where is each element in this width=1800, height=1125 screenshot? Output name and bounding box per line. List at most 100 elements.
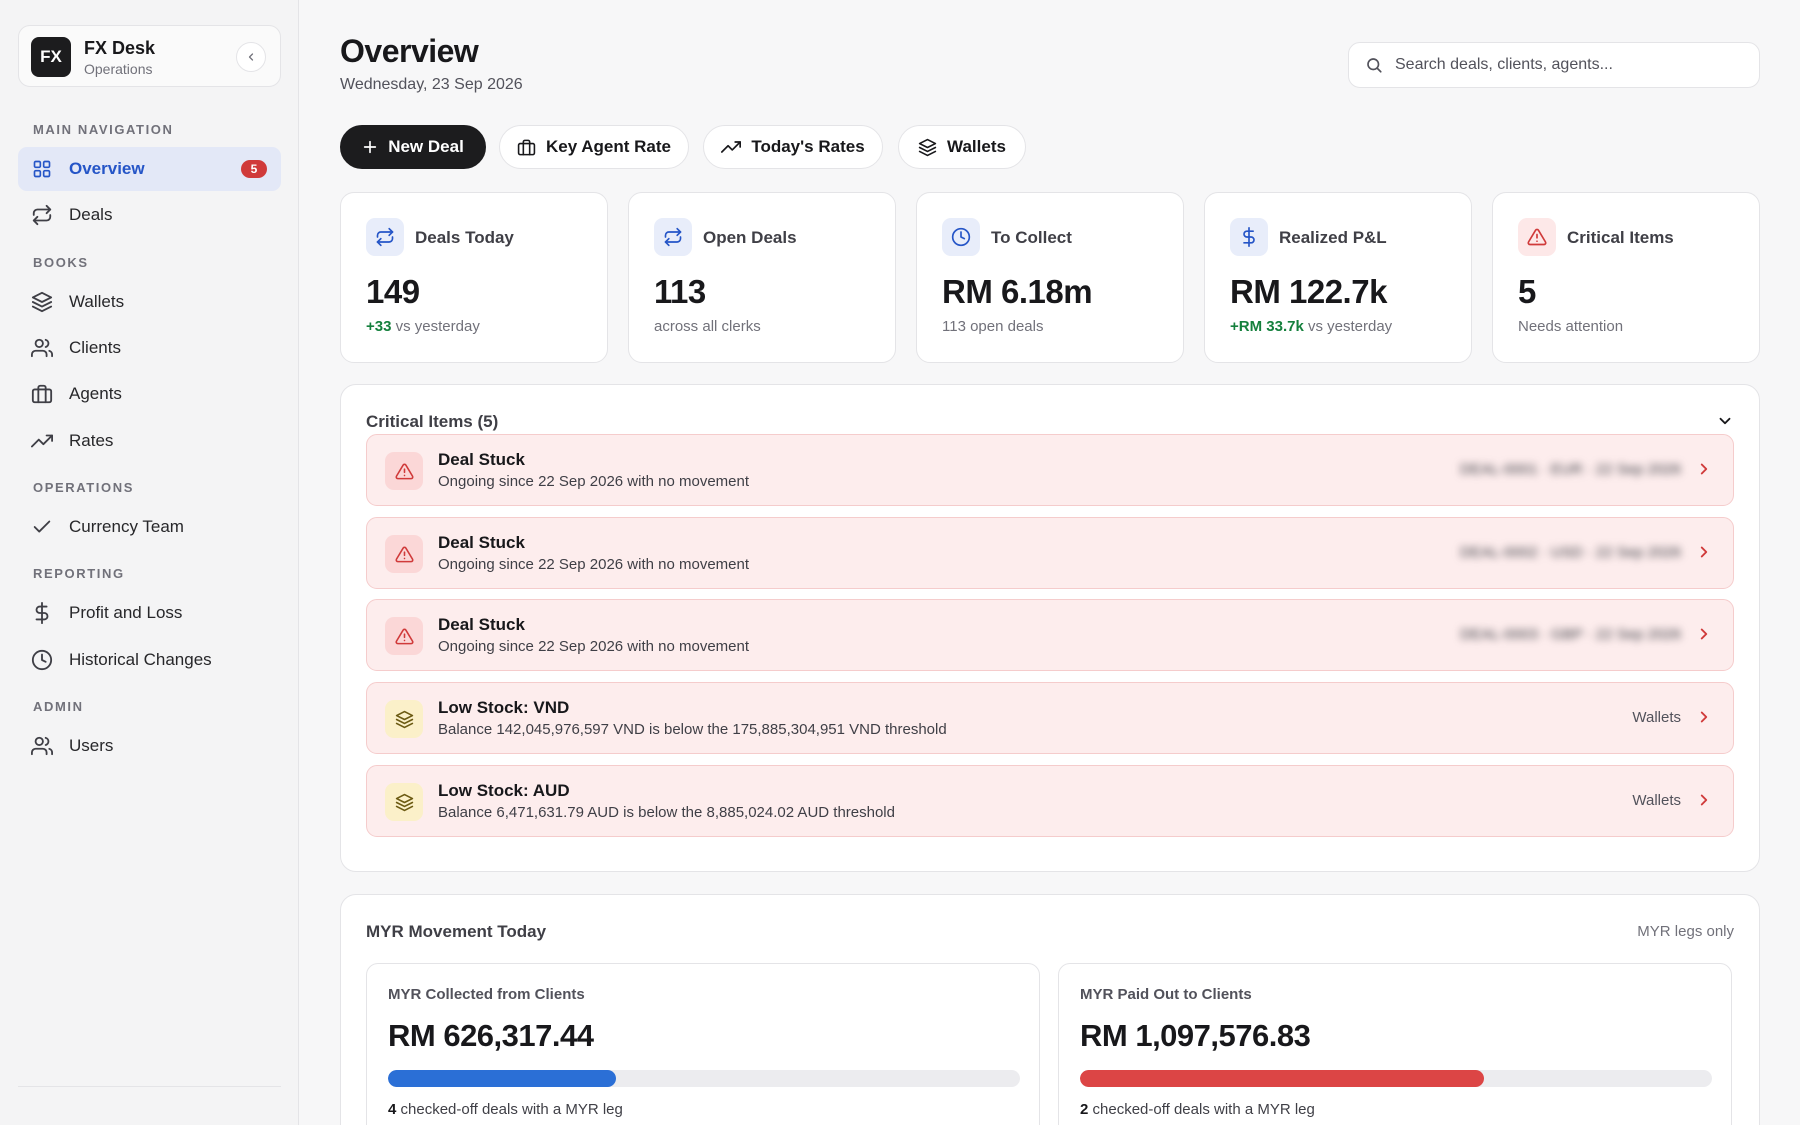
stat-sub: 113 open deals [942, 318, 1044, 335]
critical-item-description: Balance 6,471,631.79 AUD is below the 8,… [438, 804, 895, 821]
stat-value: 5 [1518, 273, 1536, 310]
sidebar-item-clients[interactable]: Clients [18, 326, 281, 370]
myr-legs-note: MYR legs only [1637, 923, 1734, 940]
dollar-icon [31, 602, 53, 624]
critical-items-panel: Critical Items (5) Deal Stuck Ongoing si… [340, 384, 1760, 872]
stat-card-open-deals[interactable]: Open Deals 113 across all clerks [628, 192, 896, 363]
critical-item-meta: DEAL-0003 · GBP · 22 Sep 2026 [1460, 626, 1681, 643]
chevron-right-icon [1700, 794, 1708, 806]
sidebar-item-label: Agents [69, 384, 122, 403]
search-input[interactable] [1395, 56, 1735, 74]
users-icon [31, 735, 53, 757]
stat-card-realized-pnl[interactable]: Realized P&L RM 122.7k +RM 33.7k vs yest… [1204, 192, 1472, 363]
myr-collected-count: 4 [388, 1101, 397, 1118]
myr-paid-label: MYR Paid Out to Clients [1080, 986, 1252, 1003]
grid-icon [31, 158, 53, 180]
critical-item-description: Ongoing since 22 Sep 2026 with no moveme… [438, 556, 750, 573]
myr-collected-foot-text: checked-off deals with a MYR leg [400, 1101, 623, 1118]
nav-section-operations: OPERATIONS [33, 480, 134, 495]
stat-card-deals-today[interactable]: Deals Today 149 +33 vs yesterday [340, 192, 608, 363]
layers-icon [918, 138, 937, 157]
new-deal-label: New Deal [388, 137, 464, 156]
myr-collected-footnote: 4 checked-off deals with a MYR leg [388, 1101, 623, 1118]
layers-icon [385, 783, 423, 821]
key-agent-rate-label: Key Agent Rate [545, 137, 671, 156]
critical-item-row[interactable]: Low Stock: AUD Balance 6,471,631.79 AUD … [366, 765, 1734, 837]
dollar-icon [1230, 218, 1268, 256]
sidebar-item-label: Profit and Loss [69, 603, 183, 622]
alert-triangle-icon [385, 452, 423, 490]
stat-label: Realized P&L [1279, 228, 1387, 247]
chevron-right-icon [1700, 463, 1708, 475]
myr-collected-card: MYR Collected from Clients RM 626,317.44… [366, 963, 1040, 1125]
sidebar-item-rates[interactable]: Rates [18, 419, 281, 463]
wallets-button[interactable]: Wallets [898, 125, 1026, 169]
chevron-right-icon [1700, 628, 1708, 640]
myr-paid-card: MYR Paid Out to Clients RM 1,097,576.83 … [1058, 963, 1732, 1125]
briefcase-icon [31, 383, 53, 405]
sidebar-item-label: Historical Changes [69, 650, 212, 669]
key-agent-rate-button[interactable]: Key Agent Rate [499, 125, 689, 169]
critical-item-row[interactable]: Deal Stuck Ongoing since 22 Sep 2026 wit… [366, 517, 1734, 589]
swap-icon [31, 204, 53, 226]
trending-up-icon [31, 430, 53, 452]
new-deal-button[interactable]: New Deal [340, 125, 486, 169]
clock-icon [31, 649, 53, 671]
sidebar-item-label: Users [69, 736, 114, 755]
critical-item-link: Wallets [1632, 709, 1681, 726]
critical-item-title: Low Stock: VND [438, 698, 570, 717]
sidebar-item-users[interactable]: Users [18, 724, 281, 768]
stat-label: Deals Today [415, 228, 514, 247]
chevron-right-icon [1700, 711, 1708, 723]
page-title: Overview [340, 33, 479, 69]
nav-section-admin: ADMIN [33, 699, 84, 714]
critical-item-description: Ongoing since 22 Sep 2026 with no moveme… [438, 638, 750, 655]
stat-delta: +RM 33.7k [1230, 318, 1304, 335]
chevron-down-icon[interactable] [1716, 412, 1734, 435]
critical-items-title: Critical Items (5) [366, 412, 499, 431]
critical-item-row[interactable]: Deal Stuck Ongoing since 22 Sep 2026 wit… [366, 599, 1734, 671]
stat-sub: Needs attention [1518, 318, 1624, 335]
sidebar-item-wallets[interactable]: Wallets [18, 280, 281, 324]
sidebar-item-overview[interactable]: Overview 5 [18, 147, 281, 191]
stat-card-critical-items[interactable]: Critical Items 5 Needs attention [1492, 192, 1760, 363]
chevron-left-icon [248, 53, 254, 61]
sidebar-item-label: Wallets [69, 292, 125, 311]
sidebar-item-historical-changes[interactable]: Historical Changes [18, 638, 281, 682]
todays-rates-button[interactable]: Today's Rates [703, 125, 883, 169]
critical-item-description: Balance 142,045,976,597 VND is below the… [438, 721, 947, 738]
critical-item-row[interactable]: Low Stock: VND Balance 142,045,976,597 V… [366, 682, 1734, 754]
search-icon [1367, 58, 1382, 73]
myr-paid-value: RM 1,097,576.83 [1080, 1018, 1311, 1053]
sidebar-item-currency-team[interactable]: Currency Team [18, 505, 281, 549]
swap-icon [366, 218, 404, 256]
swap-icon [654, 218, 692, 256]
search-box[interactable] [1348, 42, 1760, 88]
layers-icon [31, 291, 53, 313]
alert-triangle-icon [385, 535, 423, 573]
sidebar-item-deals[interactable]: Deals [18, 193, 281, 237]
wallets-label: Wallets [947, 137, 1006, 156]
critical-item-meta: DEAL-0002 · USD · 22 Sep 2026 [1460, 544, 1681, 561]
sidebar-divider [18, 1086, 281, 1087]
sidebar-item-agents[interactable]: Agents [18, 372, 281, 416]
users-icon [31, 337, 53, 359]
stat-card-to-collect[interactable]: To Collect RM 6.18m 113 open deals [916, 192, 1184, 363]
critical-item-row[interactable]: Deal Stuck Ongoing since 22 Sep 2026 wit… [366, 434, 1734, 506]
critical-item-meta: DEAL-0001 · EUR · 22 Sep 2026 [1460, 461, 1681, 478]
stat-sub-text: vs yesterday [1307, 318, 1393, 335]
stat-sub: across all clerks [654, 318, 761, 335]
alert-triangle-icon [385, 617, 423, 655]
collapse-sidebar-button[interactable] [236, 42, 266, 72]
nav-section-main: MAIN NAVIGATION [33, 122, 174, 137]
brand-logo: FX [31, 37, 71, 77]
myr-paid-progress [1080, 1070, 1712, 1087]
myr-movement-title: MYR Movement Today [366, 922, 547, 941]
stat-value: RM 122.7k [1230, 273, 1387, 310]
sidebar-item-profit-and-loss[interactable]: Profit and Loss [18, 591, 281, 635]
nav-section-books: BOOKS [33, 255, 89, 270]
sidebar-item-label: Deals [69, 205, 113, 224]
sidebar-item-label: Rates [69, 431, 114, 450]
sidebar-item-label: Currency Team [69, 517, 184, 536]
stat-value: 149 [366, 273, 420, 310]
